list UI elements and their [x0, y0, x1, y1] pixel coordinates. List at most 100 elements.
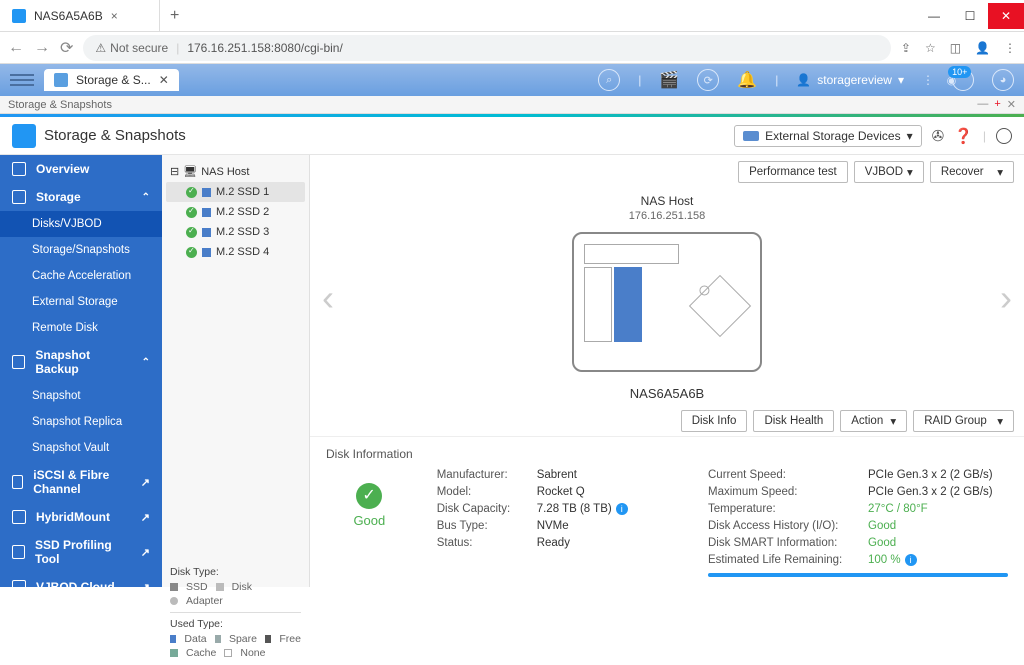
status-ok-icon [186, 207, 197, 218]
module-header: Storage & Snapshots External Storage Dev… [0, 117, 1024, 155]
extensions-icon[interactable]: ◫ [950, 41, 961, 55]
ssd-icon [202, 228, 211, 237]
tree-root[interactable]: ⊟ 🖥 NAS Host [166, 161, 305, 182]
selected-slot[interactable] [614, 267, 642, 342]
close-window-button[interactable]: ✕ [988, 3, 1024, 29]
profile-icon[interactable]: 👤 [975, 41, 990, 55]
device-name: NAS6A5A6B [572, 386, 762, 401]
disk-info-button[interactable]: Disk Info [681, 410, 748, 432]
tools-icon[interactable]: ✇ [932, 127, 945, 145]
sidebar-item-cache[interactable]: Cache Acceleration [0, 263, 162, 289]
disk-tree: ⊟ 🖥 NAS Host M.2 SSD 1 M.2 SSD 2 M.2 SSD… [162, 155, 310, 587]
menu-icon[interactable]: ⋮ [1004, 41, 1016, 55]
sidebar-item-ssd-profiling[interactable]: SSD Profiling Tool↗ [0, 531, 162, 573]
cloud-icon [12, 580, 26, 587]
recover-button[interactable]: Recover ▾ [930, 161, 1014, 183]
storage-icon [54, 73, 68, 87]
notification-icon[interactable]: 🔔 [737, 70, 757, 90]
chevron-down-icon: ▾ [898, 73, 904, 87]
not-secure-indicator[interactable]: ⚠ Not secure [95, 41, 168, 55]
info-icon[interactable]: i [616, 503, 628, 515]
legend: Disk Type: SSDDisk Adapter Used Type: Da… [166, 562, 305, 665]
search-icon[interactable]: ⌕ [598, 69, 620, 91]
performance-test-button[interactable]: Performance test [738, 161, 848, 183]
settings-icon[interactable] [996, 128, 1012, 144]
close-panel-icon[interactable]: ✕ [1007, 98, 1016, 111]
forward-button[interactable]: → [34, 39, 50, 57]
hybrid-icon [12, 510, 26, 524]
user-icon: 👤 [796, 73, 811, 87]
user-menu[interactable]: 👤 storagereview ▾ [796, 73, 904, 87]
tree-item-ssd4[interactable]: M.2 SSD 4 [166, 242, 305, 262]
back-button[interactable]: ← [8, 39, 24, 57]
browser-tab[interactable]: NAS6A5A6B × [0, 0, 160, 32]
ssd-icon [202, 248, 211, 257]
sidebar-item-hybridmount[interactable]: HybridMount↗ [0, 503, 162, 531]
raid-group-button[interactable]: RAID Group ▾ [913, 410, 1014, 432]
window-controls: ― ☐ ✕ [916, 3, 1024, 29]
action-button[interactable]: Action ▾ [840, 410, 907, 432]
share-icon[interactable]: ⇪ [901, 41, 911, 55]
close-icon[interactable]: ✕ [159, 73, 169, 87]
device-graphic[interactable] [572, 232, 762, 372]
tree-item-ssd1[interactable]: M.2 SSD 1 [166, 182, 305, 202]
chevron-up-icon: ⌃ [142, 357, 150, 368]
sidebar-item-overview[interactable]: Overview [0, 155, 162, 183]
gauge-icon[interactable]: ◕ [992, 69, 1014, 91]
bookmark-icon[interactable]: ☆ [925, 41, 936, 55]
sidebar-item-snapshot-backup[interactable]: Snapshot Backup⌃ [0, 341, 162, 383]
storage-icon [12, 190, 26, 204]
prev-device-button[interactable]: ‹ [322, 277, 334, 319]
collapse-icon[interactable]: ⊟ [170, 165, 179, 178]
info-icon[interactable]: i [905, 554, 917, 566]
disk-health-button[interactable]: Disk Health [753, 410, 834, 432]
status-ok-icon [186, 227, 197, 238]
external-link-icon: ↗ [141, 581, 150, 588]
sidebar-item-vjbod-cloud[interactable]: VJBOD Cloud↗ [0, 573, 162, 587]
sidebar-item-external-storage[interactable]: External Storage [0, 289, 162, 315]
disk-info-title: Disk Information [326, 447, 413, 461]
minimize-button[interactable]: ― [916, 3, 952, 29]
tree-item-ssd2[interactable]: M.2 SSD 2 [166, 202, 305, 222]
app-tab-storage[interactable]: Storage & S... ✕ [44, 69, 179, 91]
more-icon[interactable]: ⋮ [922, 73, 934, 87]
app-topbar: Storage & S... ✕ ⌕ | 🎬 ⟳ 🔔 | 👤 storagere… [0, 64, 1024, 96]
min-panel-icon[interactable]: ― [977, 98, 988, 111]
hamburger-menu[interactable] [10, 74, 34, 86]
maximize-button[interactable]: ☐ [952, 3, 988, 29]
sidebar-item-iscsi[interactable]: iSCSI & Fibre Channel↗ [0, 461, 162, 503]
tree-item-ssd3[interactable]: M.2 SSD 3 [166, 222, 305, 242]
dashboard-icon[interactable]: ◉10+ [952, 69, 974, 91]
status-good-icon [356, 483, 382, 509]
sidebar-item-remote-disk[interactable]: Remote Disk [0, 315, 162, 341]
module-title: Storage & Snapshots [44, 127, 186, 144]
tab-title: NAS6A5A6B [34, 9, 103, 23]
vjbod-button[interactable]: VJBOD ▾ [854, 161, 924, 183]
url-text: 176.16.251.158:8080/cgi-bin/ [187, 41, 342, 55]
snapshot-icon [12, 355, 25, 369]
storage-snapshots-icon [12, 124, 36, 148]
director-icon[interactable]: 🎬 [659, 70, 679, 90]
next-device-button[interactable]: › [1000, 277, 1012, 319]
external-link-icon: ↗ [141, 476, 150, 489]
new-tab-button[interactable]: + [160, 7, 189, 25]
overview-icon [12, 162, 26, 176]
sidebar-item-storage[interactable]: Storage⌃ [0, 183, 162, 211]
sidebar-item-disks[interactable]: Disks/VJBOD [0, 211, 162, 237]
refresh-icon[interactable]: ⟳ [697, 69, 719, 91]
status-ok-icon [186, 187, 197, 198]
life-remaining-bar [708, 573, 1008, 577]
sidebar-nav: Overview Storage⌃ Disks/VJBOD Storage/Sn… [0, 155, 162, 587]
reload-button[interactable]: ⟳ [60, 38, 73, 58]
sidebar-item-snapshot-replica[interactable]: Snapshot Replica [0, 409, 162, 435]
external-storage-button[interactable]: External Storage Devices ▾ [734, 125, 921, 147]
status-ok-icon [186, 247, 197, 258]
sidebar-item-snapshot[interactable]: Snapshot [0, 383, 162, 409]
help-icon[interactable]: ❓ [954, 127, 973, 145]
address-field[interactable]: ⚠ Not secure | 176.16.251.158:8080/cgi-b… [83, 35, 890, 61]
expand-panel-icon[interactable]: + [994, 98, 1000, 111]
sidebar-item-snapshot-vault[interactable]: Snapshot Vault [0, 435, 162, 461]
tab-close-icon[interactable]: × [111, 9, 118, 23]
sidebar-item-storage-snapshots[interactable]: Storage/Snapshots [0, 237, 162, 263]
host-icon: 🖥 [183, 165, 197, 178]
